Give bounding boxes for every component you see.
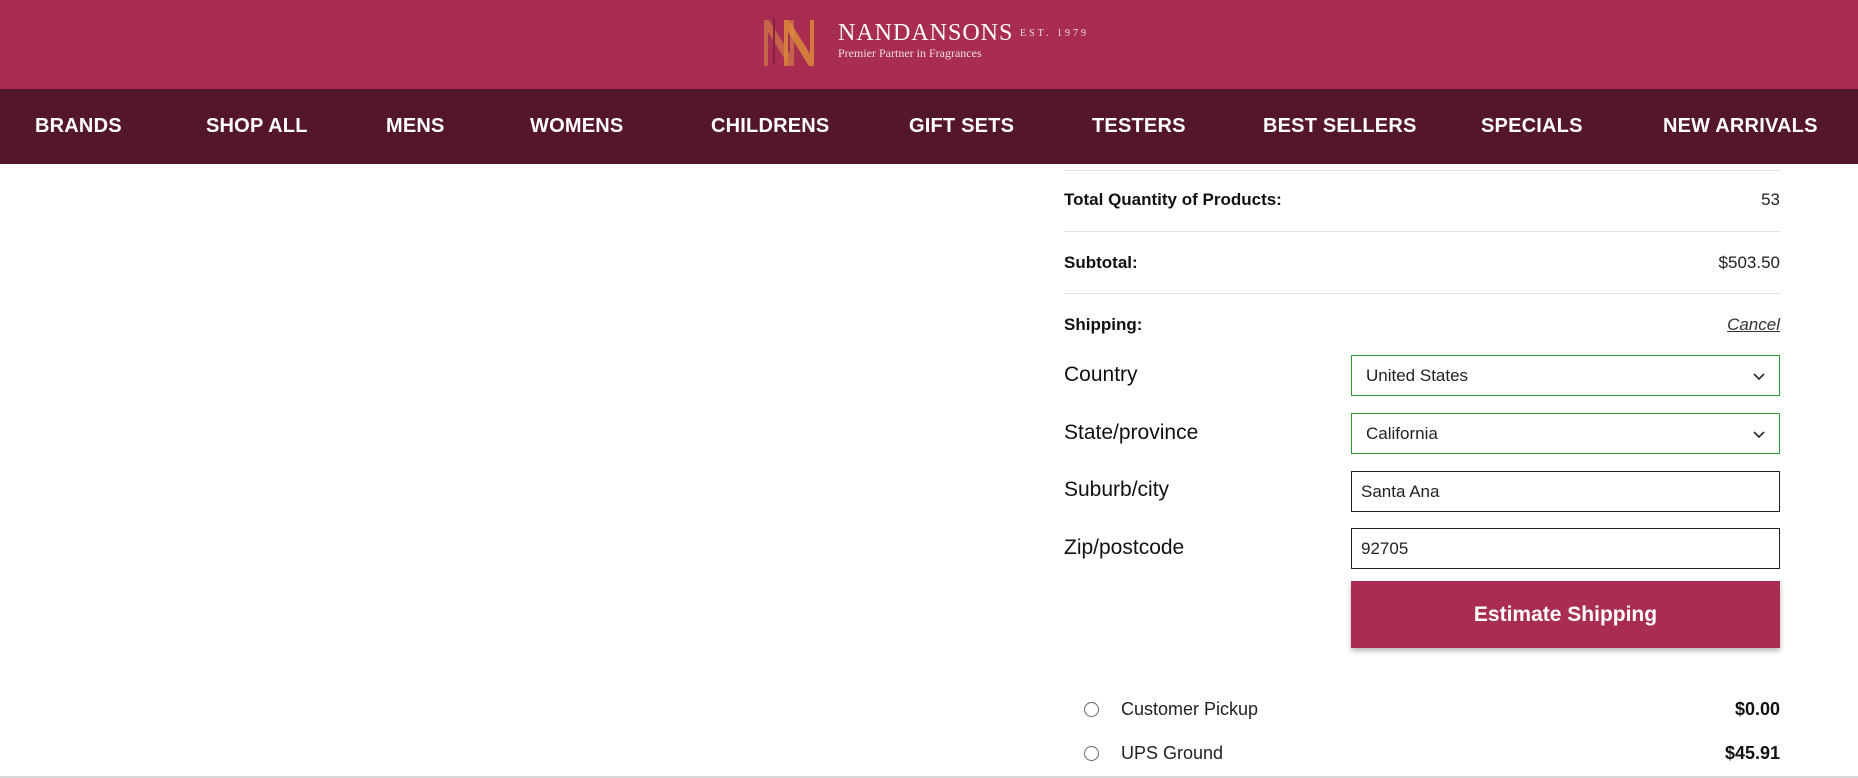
shipping-option-price: $0.00 <box>1734 699 1780 719</box>
divider <box>1064 170 1780 171</box>
nav-womens[interactable]: WOMENS <box>530 89 623 164</box>
radio-button[interactable] <box>1084 702 1099 717</box>
nav-gift-sets[interactable]: GIFT SETS <box>909 89 1014 164</box>
city-field-row: Suburb/city <box>1064 471 1780 512</box>
subtotal-label: Subtotal: <box>1064 253 1138 272</box>
site-logo[interactable]: NANDANSONS Premier Partner in Fragrances… <box>760 14 1100 70</box>
state-field-row: State/province California <box>1064 413 1780 454</box>
city-label: Suburb/city <box>1064 478 1170 501</box>
shipping-option-label: Customer Pickup <box>1121 699 1259 719</box>
radio-button[interactable] <box>1084 746 1099 761</box>
chevron-down-icon <box>1753 373 1765 381</box>
state-label: State/province <box>1064 421 1199 444</box>
brand-tagline: Premier Partner in Fragrances <box>838 46 982 60</box>
top-header: NANDANSONS Premier Partner in Fragrances… <box>0 0 1858 89</box>
main-nav: BRANDS SHOP ALL MENS WOMENS CHILDRENS GI… <box>0 89 1858 164</box>
country-select[interactable]: United States <box>1351 355 1780 396</box>
nn-monogram-logo-icon <box>764 18 814 66</box>
city-input-wrapper <box>1351 471 1780 512</box>
state-selected-value: California <box>1366 424 1438 443</box>
subtotal-value: $503.50 <box>1718 253 1780 272</box>
nav-new-arrivals[interactable]: NEW ARRIVALS <box>1663 89 1818 164</box>
shipping-option-price: $45.91 <box>1724 743 1780 763</box>
divider <box>1064 231 1780 232</box>
brand-name: NANDANSONS <box>838 20 1014 46</box>
zip-field-row: Zip/postcode <box>1064 528 1780 569</box>
nav-best-sellers[interactable]: BEST SELLERS <box>1263 89 1417 164</box>
nav-shop-all[interactable]: SHOP ALL <box>206 89 308 164</box>
divider <box>1064 293 1780 294</box>
cancel-shipping-link[interactable]: Cancel <box>1727 315 1780 335</box>
shipping-label: Shipping: <box>1064 315 1143 334</box>
country-label: Country <box>1064 363 1138 386</box>
total-quantity-value: 53 <box>1761 190 1780 209</box>
nav-specials[interactable]: SPECIALS <box>1481 89 1583 164</box>
brand-established: EST. 1979 <box>1020 28 1090 39</box>
country-selected-value: United States <box>1366 366 1469 385</box>
shipping-option-label: UPS Ground <box>1121 743 1224 763</box>
zip-input[interactable] <box>1352 529 1779 568</box>
country-field-row: Country United States <box>1064 355 1780 396</box>
state-select[interactable]: California <box>1351 413 1780 454</box>
city-input[interactable] <box>1352 472 1779 511</box>
nav-childrens[interactable]: CHILDRENS <box>711 89 829 164</box>
shipping-option-customer-pickup[interactable]: Customer Pickup $0.00 <box>1084 699 1780 725</box>
nav-mens[interactable]: MENS <box>386 89 445 164</box>
zip-input-wrapper <box>1351 528 1780 569</box>
nav-testers[interactable]: TESTERS <box>1092 89 1186 164</box>
estimate-shipping-button[interactable]: Estimate Shipping <box>1351 581 1780 648</box>
total-quantity-label: Total Quantity of Products: <box>1064 190 1282 209</box>
chevron-down-icon <box>1753 431 1765 439</box>
zip-label: Zip/postcode <box>1064 536 1185 559</box>
shipping-option-ups-ground[interactable]: UPS Ground $45.91 <box>1084 743 1780 769</box>
nav-brands[interactable]: BRANDS <box>35 89 122 164</box>
